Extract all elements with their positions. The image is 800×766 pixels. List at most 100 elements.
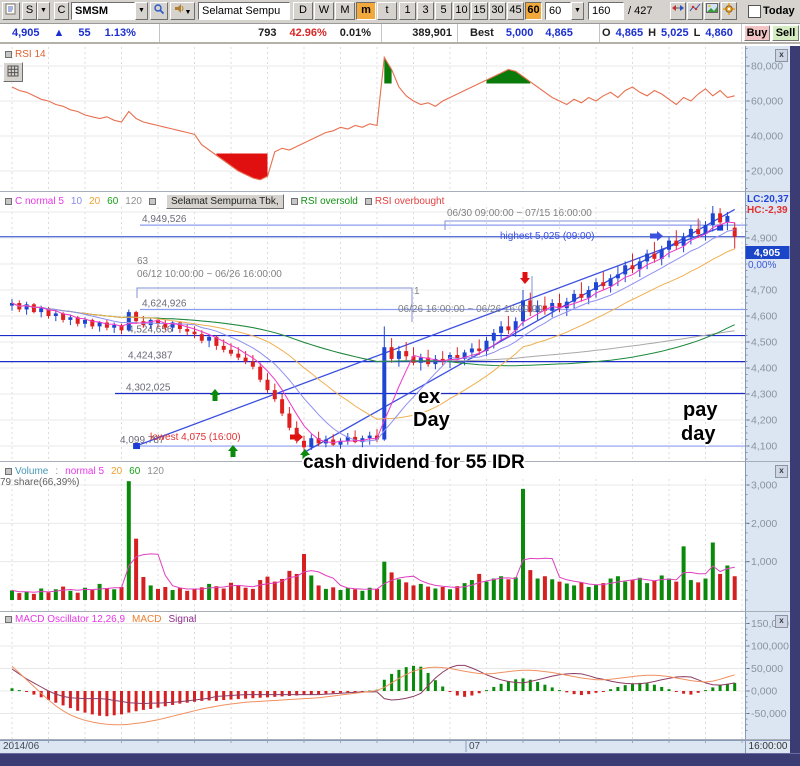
period-tick-button[interactable]: t: [377, 2, 397, 20]
time-axis-left-label: 2014/06: [3, 741, 40, 752]
period-week-button[interactable]: W: [314, 2, 334, 20]
volume-ma20-label: 20: [111, 466, 123, 477]
period-month-button[interactable]: M: [335, 2, 355, 20]
quote-ohl-cell: O 4,865 H 5,025 L 4,860: [600, 24, 742, 42]
macd-legend: MACD Oscillator 12,26,9 MACD Signal: [5, 614, 196, 625]
search-button[interactable]: [150, 2, 168, 20]
volume-panel[interactable]: [0, 462, 745, 612]
macd-osc-label: MACD Oscillator 12,26,9: [15, 614, 126, 625]
stock-name-input[interactable]: Selamat Sempu: [198, 2, 290, 20]
legend-square-icon: [290, 197, 298, 205]
today-checkbox[interactable]: [748, 5, 761, 18]
price-panel[interactable]: [0, 192, 745, 462]
pan-tool-button[interactable]: [670, 2, 686, 20]
minute-combo-dropdown-icon[interactable]: ▼: [571, 2, 584, 20]
annotation-dividend: cash dividend for 55 IDR: [303, 452, 525, 473]
rsi-legend-label: RSI 14: [15, 49, 46, 60]
toolbar: S ▼ C SMSM ▼ ▼ Selamat Sempu D W M m t 1…: [0, 0, 800, 24]
annotation-pay: pay: [683, 399, 718, 421]
grid-icon: [7, 65, 19, 77]
rsi-legend: RSI 14: [5, 49, 46, 60]
volume-legend: Volume : normal 5 20 60 120: [5, 466, 164, 477]
volume-sep: :: [55, 466, 59, 477]
s-button[interactable]: S: [22, 2, 37, 20]
low-label: L: [693, 27, 701, 39]
macd-panel[interactable]: [0, 612, 745, 740]
macd-close-icon[interactable]: x: [775, 615, 788, 628]
today-label: Today: [763, 5, 795, 17]
right-border-strip: [790, 46, 800, 753]
volume-share-label: 79 share(66,39%): [0, 477, 80, 488]
chart-window: S ▼ C SMSM ▼ ▼ Selamat Sempu D W M m t 1…: [0, 0, 800, 766]
volume-ma60-label: 60: [129, 466, 141, 477]
quote-stats-cell: 793 42.96% 0.01%: [160, 24, 382, 42]
rsi-panel[interactable]: [0, 46, 745, 192]
volume-value: 389,901: [412, 27, 452, 39]
rsi-close-icon[interactable]: x: [775, 49, 788, 62]
high-label: H: [648, 27, 657, 39]
price-legend-close: C normal 5: [15, 196, 64, 207]
legend-square-icon: [5, 50, 12, 58]
c-button[interactable]: C: [54, 2, 69, 20]
legend-square-icon: [5, 467, 12, 475]
stock-name-box[interactable]: Selamat Sempurna Tbk,: [165, 194, 284, 209]
annotation-ex: ex: [418, 386, 441, 408]
pan-arrows-icon: [672, 5, 684, 11]
annotation-ex-day: Day: [413, 409, 450, 431]
indicator-tool-button[interactable]: [687, 2, 703, 20]
pct2-value: 0.01%: [339, 27, 371, 39]
minute-15-button[interactable]: 15: [471, 2, 488, 20]
minute-combo[interactable]: 60: [545, 2, 571, 20]
open-label: O: [602, 27, 611, 39]
quote-volume-cell: 389,901: [382, 24, 458, 42]
rsi-overbought-label: RSI overbought: [374, 196, 445, 207]
price-legend: C normal 5 10 20 60 120 Selamat Sempurna…: [5, 194, 444, 209]
volume-label: Volume: [15, 466, 49, 477]
image-icon: [706, 3, 718, 13]
order-buttons-cell: Buy Sell: [742, 24, 800, 42]
quote-best-cell: Best 5,000 4,865: [458, 24, 600, 42]
snapshot-tool-button[interactable]: [704, 2, 720, 20]
volume-ma120-label: 120: [147, 466, 164, 477]
period-minute-button[interactable]: m: [356, 2, 376, 20]
minute-1-button[interactable]: 1: [399, 2, 416, 20]
last-price: 4,905: [12, 27, 40, 39]
annotation-pay-day: day: [681, 423, 716, 445]
legend-square-icon: [364, 197, 372, 205]
minute-10-button[interactable]: 10: [453, 2, 470, 20]
minute-5-button[interactable]: 5: [435, 2, 452, 20]
notepad-icon: [5, 3, 16, 15]
app-icon[interactable]: [2, 2, 20, 20]
sell-button[interactable]: Sell: [772, 25, 799, 41]
s-dropdown-icon[interactable]: ▼: [37, 2, 50, 20]
best-label: Best: [470, 27, 494, 39]
minute-45-button[interactable]: 45: [507, 2, 524, 20]
volume-close-icon[interactable]: x: [775, 465, 788, 478]
low-value: 4,860: [705, 27, 733, 39]
buy-button[interactable]: Buy: [744, 25, 770, 41]
bar-count-input[interactable]: 160: [588, 2, 624, 20]
settings-button[interactable]: [721, 2, 737, 20]
ma10-label: 10: [70, 196, 83, 207]
macd-axis-gutter: [745, 612, 790, 740]
volume-ma5-label: normal 5: [65, 466, 105, 477]
minute-3-button[interactable]: 3: [417, 2, 434, 20]
speaker-icon: [174, 4, 184, 13]
minute-30-button[interactable]: 30: [489, 2, 506, 20]
symbol-dropdown-icon[interactable]: ▼: [135, 2, 148, 20]
rsi-axis-gutter: [745, 46, 790, 192]
time-axis-mid-label: 07: [469, 741, 481, 752]
ma120-label: 120: [125, 196, 142, 207]
grid-tool-button[interactable]: [3, 62, 23, 82]
period-day-button[interactable]: D: [293, 2, 313, 20]
trend-line-icon: [689, 3, 701, 12]
legend-square-icon: [148, 198, 156, 205]
symbol-input[interactable]: SMSM: [71, 2, 135, 20]
ma20-label: 20: [89, 196, 101, 207]
horizontal-scrollbar[interactable]: [0, 753, 800, 766]
macd-signal-label: Signal: [168, 614, 197, 625]
sound-button[interactable]: ▼: [170, 2, 195, 20]
frequency-value: 793: [258, 27, 277, 39]
minute-60-button[interactable]: 60: [525, 2, 542, 20]
up-triangle-icon: ▲: [53, 27, 65, 39]
